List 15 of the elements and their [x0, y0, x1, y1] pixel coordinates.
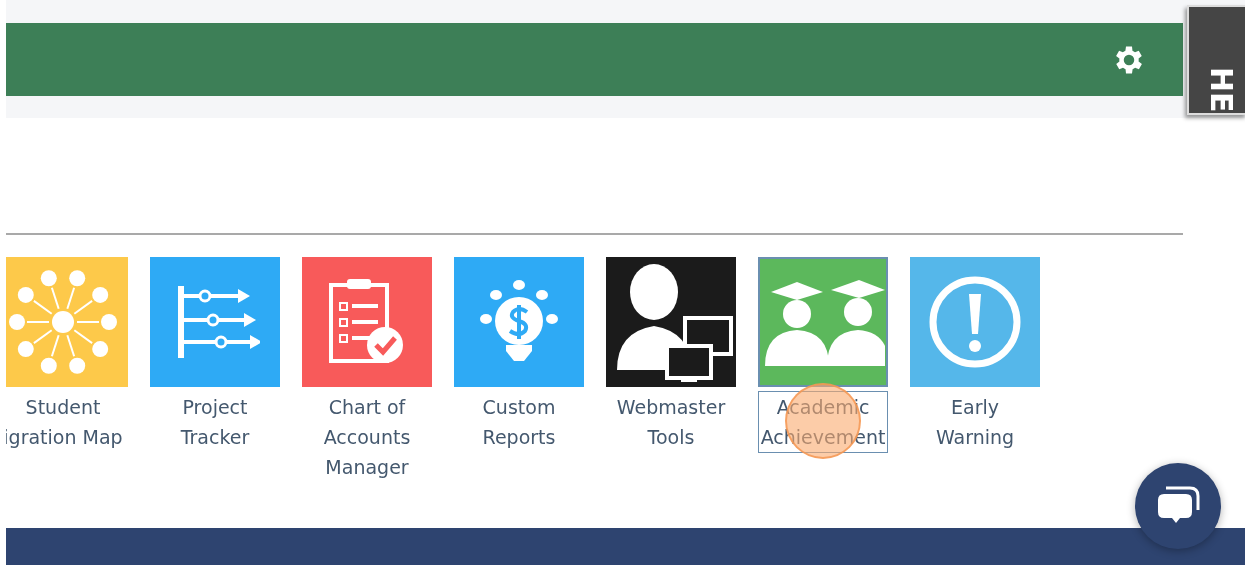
app-link[interactable]: Custom Reports: [479, 391, 559, 453]
warning-icon: [927, 274, 1023, 370]
app-tile[interactable]: [758, 257, 888, 387]
app-tile[interactable]: [6, 257, 128, 387]
help-tab[interactable]: HE: [1187, 5, 1245, 115]
app-link[interactable]: Student igration Map: [6, 391, 126, 453]
app-tile[interactable]: [302, 257, 432, 387]
app-tile[interactable]: [454, 257, 584, 387]
app-link[interactable]: Early Warning: [932, 391, 1018, 453]
app-link[interactable]: Webmaster Tools: [613, 391, 729, 453]
app-tile[interactable]: [150, 257, 280, 387]
app-link[interactable]: Project Tracker: [177, 391, 253, 453]
app-tile[interactable]: [606, 257, 736, 387]
app-link[interactable]: Chart of Accounts Manager: [320, 391, 414, 483]
app-tile[interactable]: [910, 257, 1040, 387]
